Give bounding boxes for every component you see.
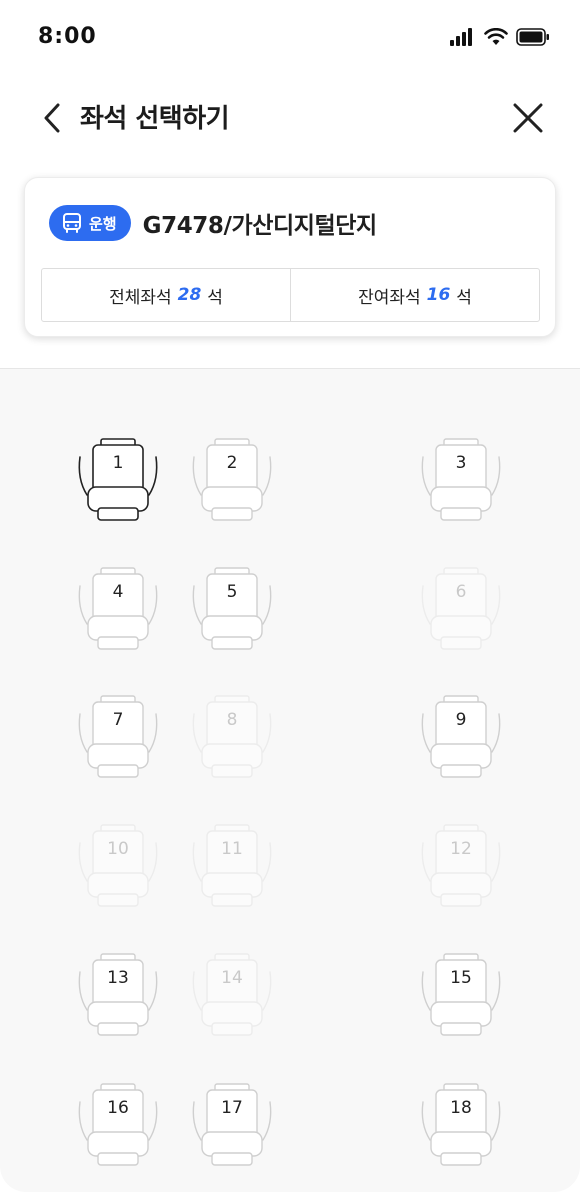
bus-icon	[63, 213, 81, 233]
seat-icon	[421, 695, 501, 778]
total-seats-count: 28	[177, 285, 202, 305]
seat-icon	[192, 1083, 272, 1166]
seat-3[interactable]: 3	[419, 437, 503, 525]
seat-number: 3	[455, 453, 467, 473]
seat-8: 8	[190, 694, 274, 782]
status-bar: 8:00	[0, 0, 580, 76]
seat-2[interactable]: 2	[190, 437, 274, 525]
seat-number: 17	[221, 1098, 243, 1118]
seat-number: 1	[112, 453, 124, 473]
seat-12: 12	[419, 823, 503, 911]
remaining-seats-unit: 석	[456, 287, 472, 308]
seat-icon	[421, 567, 501, 650]
close-icon	[513, 103, 543, 133]
seat-number: 7	[112, 710, 124, 730]
seat-number: 18	[450, 1098, 472, 1118]
seat-number: 13	[107, 968, 129, 988]
seat-16[interactable]: 16	[76, 1082, 160, 1170]
seat-summary: 전체좌석 28 석 잔여좌석 16 석	[41, 268, 540, 322]
seat-11: 11	[190, 823, 274, 911]
seat-number: 2	[226, 453, 238, 473]
seat-icon	[192, 695, 272, 778]
route-status-badge[interactable]: 운행	[49, 205, 131, 241]
seat-number: 12	[450, 839, 472, 859]
seat-1[interactable]: 1	[76, 437, 160, 525]
seat-icon	[78, 1083, 158, 1166]
route-status-label: 운행	[89, 214, 117, 233]
remaining-seats-cell: 잔여좌석 16 석	[290, 269, 539, 321]
remaining-seats-label: 잔여좌석	[358, 287, 421, 308]
seat-number: 5	[226, 582, 238, 602]
header: 좌석 선택하기	[0, 76, 580, 160]
seat-number: 15	[450, 968, 472, 988]
page-title: 좌석 선택하기	[80, 104, 230, 134]
seat-18[interactable]: 18	[419, 1082, 503, 1170]
route-row: 운행 G7478/가산디지털단지	[49, 205, 377, 241]
seat-6: 6	[419, 566, 503, 654]
route-name: G7478/가산디지털단지	[142, 213, 378, 239]
remaining-seats-count: 16	[426, 285, 451, 305]
seat-number: 9	[455, 710, 467, 730]
seat-icon	[78, 824, 158, 907]
seat-number: 14	[221, 968, 243, 988]
seat-number: 10	[107, 839, 129, 859]
seat-icon	[78, 567, 158, 650]
back-button[interactable]	[34, 96, 70, 140]
seat-5[interactable]: 5	[190, 566, 274, 654]
seat-icon	[192, 567, 272, 650]
seat-icon	[421, 953, 501, 1036]
seat-number: 6	[455, 582, 467, 602]
battery-icon	[516, 28, 549, 46]
status-time: 8:00	[38, 24, 97, 49]
wifi-icon	[484, 28, 508, 45]
seat-number: 4	[112, 582, 124, 602]
seat-number: 8	[226, 710, 238, 730]
seat-icon	[192, 438, 272, 521]
seat-icon	[421, 1083, 501, 1166]
seat-9[interactable]: 9	[419, 694, 503, 782]
seat-15[interactable]: 15	[419, 952, 503, 1040]
status-icons	[450, 28, 550, 46]
seat-14: 14	[190, 952, 274, 1040]
seat-4[interactable]: 4	[76, 566, 160, 654]
chevron-left-icon	[44, 103, 60, 133]
total-seats-cell: 전체좌석 28 석	[42, 269, 290, 321]
total-seats-label: 전체좌석	[109, 287, 172, 308]
seat-icon	[192, 824, 272, 907]
seat-icon	[192, 953, 272, 1036]
seat-map: 1 2 3 4 5 6 7 8 9 10 11 12 13 14 15 16 17 18	[0, 369, 580, 1192]
seat-icon	[78, 953, 158, 1036]
seat-icon	[78, 438, 158, 521]
seat-icon	[421, 438, 501, 521]
seat-17[interactable]: 17	[190, 1082, 274, 1170]
total-seats-unit: 석	[207, 287, 223, 308]
seat-10: 10	[76, 823, 160, 911]
route-card: 운행 G7478/가산디지털단지 전체좌석 28 석 잔여좌석 16 석	[24, 177, 556, 337]
seat-7[interactable]: 7	[76, 694, 160, 782]
signal-icon	[450, 28, 472, 46]
close-button[interactable]	[506, 96, 550, 140]
seat-number: 11	[221, 839, 243, 859]
seat-icon	[78, 695, 158, 778]
seat-number: 16	[107, 1098, 129, 1118]
seat-icon	[421, 824, 501, 907]
seat-13[interactable]: 13	[76, 952, 160, 1040]
